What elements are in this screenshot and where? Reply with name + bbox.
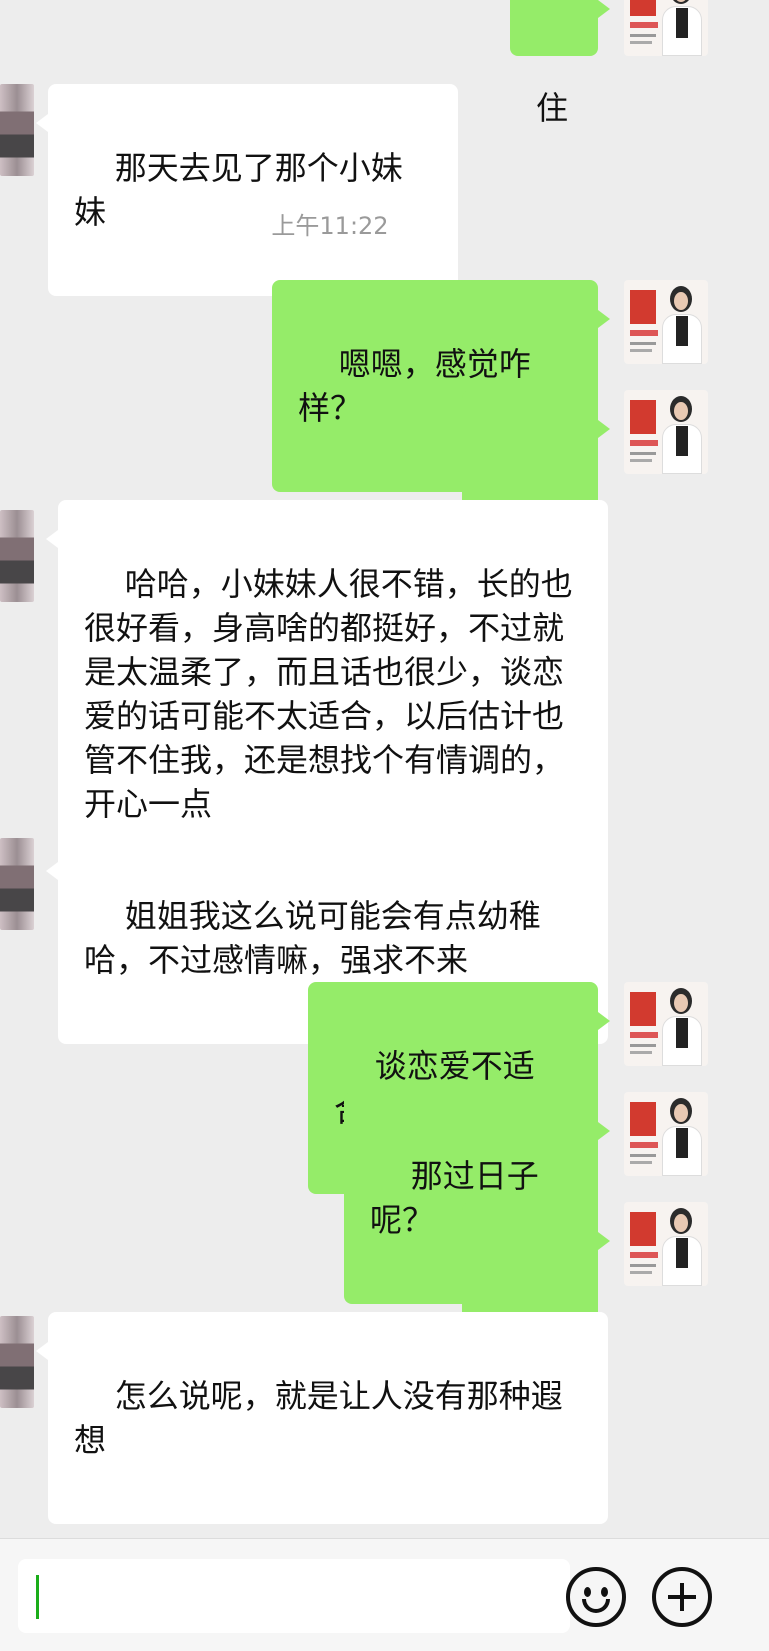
text-caret	[36, 1575, 39, 1619]
user-avatar[interactable]	[624, 982, 708, 1066]
contact-avatar[interactable]	[0, 1316, 34, 1408]
user-avatar[interactable]	[624, 0, 708, 56]
chat-input-bar	[0, 1538, 769, 1651]
message-text: 怎么说呢，就是让人没有那种遐想	[74, 1377, 563, 1459]
smiley-icon	[570, 1571, 622, 1623]
message-timestamp: 上午11:22	[271, 212, 389, 240]
contact-avatar[interactable]	[0, 510, 34, 602]
chat-message-list[interactable]: 住 那天去见了那个小妹妹 上午11:22 嗯嗯，感觉咋样？ 🤦 🤦 哈哈，小妹妹…	[0, 0, 769, 1538]
message-bubble-incoming[interactable]: 怎么说呢，就是让人没有那种遐想	[36, 1312, 608, 1524]
message-text: 住	[536, 89, 569, 127]
more-button[interactable]	[652, 1567, 712, 1627]
message-input[interactable]	[18, 1559, 570, 1633]
plus-icon	[656, 1571, 708, 1623]
message-text: 哈哈，小妹妹人很不错，长的也很好看，身高啥的都挺好，不过就是太温柔了，而且话也很…	[84, 565, 573, 823]
user-avatar[interactable]	[624, 1092, 708, 1176]
contact-avatar[interactable]	[0, 838, 34, 930]
user-avatar[interactable]	[624, 390, 708, 474]
message-bubble-incoming[interactable]: 那天去见了那个小妹妹	[36, 84, 458, 296]
message-bubble-incoming[interactable]: 哈哈，小妹妹人很不错，长的也很好看，身高啥的都挺好，不过就是太温柔了，而且话也很…	[46, 500, 608, 888]
message-text: 姐姐我这么说可能会有点幼稚哈，不过感情嘛，强求不来	[84, 897, 541, 979]
contact-avatar[interactable]	[0, 84, 34, 176]
emoji-button[interactable]	[566, 1567, 626, 1627]
message-bubble-outgoing[interactable]: 住	[510, 0, 610, 127]
user-avatar[interactable]	[624, 1202, 708, 1286]
user-avatar[interactable]	[624, 280, 708, 364]
